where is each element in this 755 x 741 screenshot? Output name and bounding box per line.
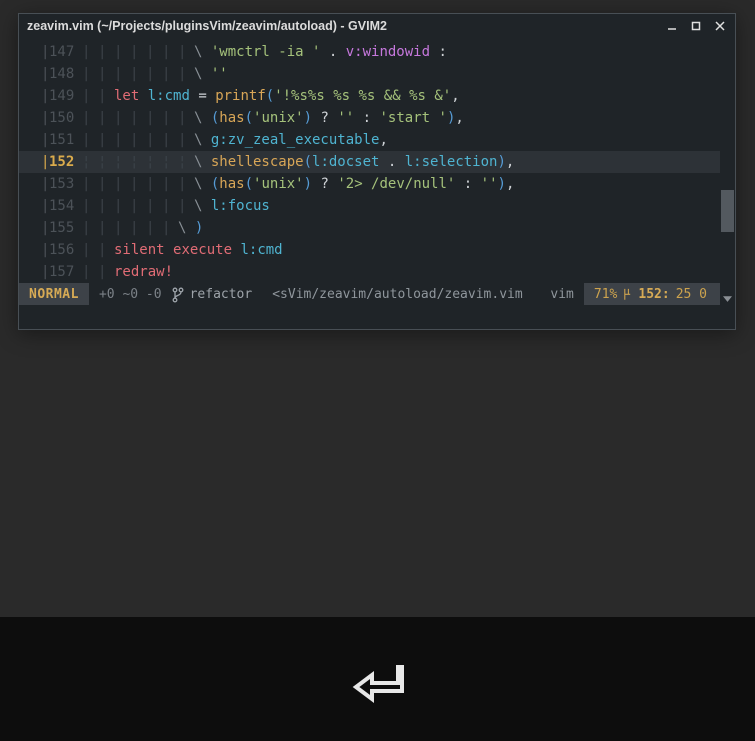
line-number: 152: — [638, 287, 669, 302]
scrollbar-down-arrow[interactable] — [720, 290, 735, 307]
gutter: 153 — [19, 173, 82, 195]
code-line[interactable]: 148 |||||||\ '' — [19, 63, 735, 85]
line-number-gutter: 154 — [49, 195, 74, 217]
indent-guides: ||||||| — [82, 63, 194, 85]
line-number-gutter: 156 — [49, 239, 74, 261]
code-line[interactable]: 147 |||||||\ 'wmctrl -ia ' . v:windowid : — [19, 41, 735, 63]
git-branch: refactor — [172, 283, 265, 305]
code-content: let l:cmd = printf('!%s%s %s %s && %s &'… — [114, 85, 735, 107]
code-content: redraw! — [114, 261, 735, 283]
code-content: \ ) — [178, 217, 735, 239]
line-number-gutter: 157 — [49, 261, 74, 283]
line-number-gutter: 152 — [49, 151, 74, 173]
percent: 71% — [594, 287, 617, 302]
line-icon — [623, 288, 632, 300]
branch-name: refactor — [190, 287, 253, 302]
titlebar[interactable]: zeavim.vim (~/Projects/pluginsVim/zeavim… — [19, 14, 735, 38]
git-mods-text: +0 ~0 -0 — [99, 287, 162, 302]
gutter: 149 — [19, 85, 82, 107]
code-line[interactable]: 157 ||redraw! — [19, 261, 735, 283]
column-number: 25 0 — [676, 287, 707, 302]
code-line[interactable]: 155 ||||||\ ) — [19, 217, 735, 239]
code-line[interactable]: 156 ||silent execute l:cmd — [19, 239, 735, 261]
code-content: \ shellescape(l:docset . l:selection), — [194, 151, 735, 173]
indent-guides: ||||||| — [82, 129, 194, 151]
statusline: NORMAL +0 ~0 -0 refactor <sVim/zeavim/au… — [19, 283, 735, 305]
gutter: 147 — [19, 41, 82, 63]
code-content: \ g:zv_zeal_executable, — [194, 129, 735, 151]
position-indicator: 71% 152: 25 0 — [584, 283, 717, 305]
window-controls — [665, 19, 727, 33]
gutter: 154 — [19, 195, 82, 217]
line-number-gutter: 148 — [49, 63, 74, 85]
minimize-button[interactable] — [665, 19, 679, 33]
code-content: \ '' — [194, 63, 735, 85]
code-line[interactable]: 149 ||let l:cmd = printf('!%s%s %s %s && … — [19, 85, 735, 107]
file-path: <sVim/zeavim/autoload/zeavim.vim — [264, 283, 540, 305]
editor-area[interactable]: 147|||||||\ 'wmctrl -ia ' . v:windowid :… — [19, 38, 735, 329]
gvim-window: zeavim.vim (~/Projects/pluginsVim/zeavim… — [18, 13, 736, 330]
gutter: 156 — [19, 239, 82, 261]
branch-icon — [172, 287, 184, 301]
gutter: 152 — [19, 151, 82, 173]
mode-indicator: NORMAL — [19, 283, 89, 305]
indent-guides: |||||| — [82, 217, 178, 239]
indent-guides: ¦¦¦¦¦¦¦ — [82, 151, 194, 173]
code-content: \ (has('unix') ? '2> /dev/null' : ''), — [194, 173, 735, 195]
gutter: 155 — [19, 217, 82, 239]
return-arrow-icon — [352, 663, 404, 703]
indent-guides: ||||||| — [82, 107, 194, 129]
code-line[interactable]: 152 ¦¦¦¦¦¦¦\ shellescape(l:docset . l:sel… — [19, 151, 735, 173]
indent-guides: ||||||| — [82, 41, 194, 63]
code-content: \ (has('unix') ? '' : 'start '), — [194, 107, 735, 129]
window-title: zeavim.vim (~/Projects/pluginsVim/zeavim… — [27, 19, 387, 33]
line-number-gutter: 153 — [49, 173, 74, 195]
gutter: 151 — [19, 129, 82, 151]
line-number-gutter: 150 — [49, 107, 74, 129]
filetype: vim — [540, 283, 583, 305]
code-line[interactable]: 151 |||||||\ g:zv_zeal_executable, — [19, 129, 735, 151]
indent-guides: ||||||| — [82, 195, 194, 217]
indent-guides: || — [82, 239, 114, 261]
gutter: 150 — [19, 107, 82, 129]
indent-guides: ||||||| — [82, 173, 194, 195]
indent-guides: || — [82, 261, 114, 283]
editor-bottom-pad — [19, 305, 735, 329]
code-content: \ 'wmctrl -ia ' . v:windowid : — [194, 41, 735, 63]
git-mods: +0 ~0 -0 — [89, 283, 172, 305]
gutter: 148 — [19, 63, 82, 85]
close-button[interactable] — [713, 19, 727, 33]
line-number-gutter: 147 — [49, 41, 74, 63]
line-number-gutter: 151 — [49, 129, 74, 151]
scrollbar-track[interactable] — [720, 38, 735, 307]
line-number-gutter: 149 — [49, 85, 74, 107]
indent-guides: || — [82, 85, 114, 107]
code-content: \ l:focus — [194, 195, 735, 217]
code-content: silent execute l:cmd — [114, 239, 735, 261]
scrollbar-thumb[interactable] — [721, 190, 734, 232]
line-number-gutter: 155 — [49, 217, 74, 239]
maximize-button[interactable] — [689, 19, 703, 33]
code-line[interactable]: 154 |||||||\ l:focus — [19, 195, 735, 217]
code-line[interactable]: 153 |||||||\ (has('unix') ? '2> /dev/null… — [19, 173, 735, 195]
code-line[interactable]: 150 |||||||\ (has('unix') ? '' : 'start '… — [19, 107, 735, 129]
gutter: 157 — [19, 261, 82, 283]
